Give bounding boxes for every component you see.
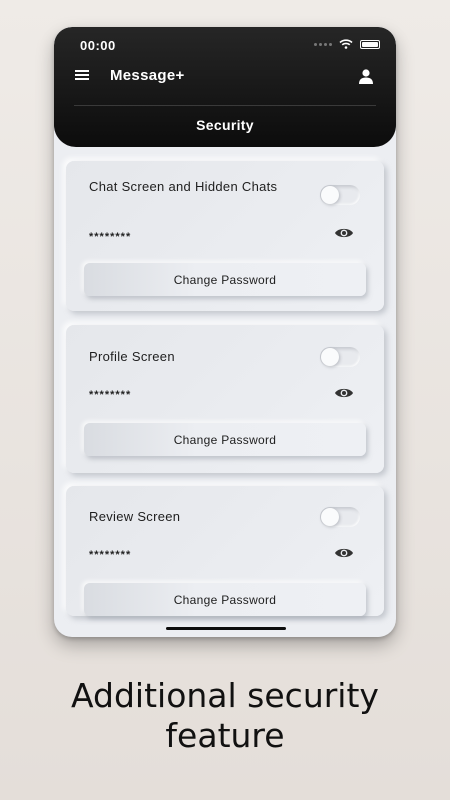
phone-frame: 00:00 Message+ Security Chat Screen and …	[54, 27, 396, 637]
status-icons	[314, 39, 380, 49]
change-password-button[interactable]: Change Password	[84, 583, 366, 616]
signal-icon	[314, 42, 332, 46]
security-card-profile: Profile Screen ******** Change Password	[66, 325, 384, 473]
lock-toggle[interactable]	[320, 507, 360, 527]
card-label: Chat Screen and Hidden Chats	[89, 179, 278, 194]
caption-line-2: feature	[165, 716, 285, 755]
app-title: Message+	[110, 67, 185, 84]
eye-icon[interactable]	[334, 546, 354, 560]
security-card-review: Review Screen ******** Change Password	[66, 486, 384, 616]
security-card-chat: Chat Screen and Hidden Chats ******** Ch…	[66, 161, 384, 311]
change-password-button[interactable]: Change Password	[84, 263, 366, 296]
eye-icon[interactable]	[334, 386, 354, 400]
change-password-button[interactable]: Change Password	[84, 423, 366, 456]
eye-icon[interactable]	[334, 226, 354, 240]
card-label: Review Screen	[89, 509, 181, 524]
wifi-icon	[339, 39, 353, 49]
user-icon[interactable]	[358, 68, 374, 84]
menu-icon[interactable]	[75, 70, 89, 81]
promo-caption: Additional security feature	[0, 676, 450, 756]
page-title: Security	[196, 117, 254, 133]
lock-toggle[interactable]	[320, 347, 360, 367]
status-time: 00:00	[80, 38, 116, 53]
header-divider	[74, 105, 376, 106]
home-indicator	[166, 626, 286, 630]
battery-icon	[360, 39, 380, 49]
card-label: Profile Screen	[89, 349, 175, 364]
app-header: 00:00 Message+ Security	[54, 27, 396, 147]
password-mask: ********	[89, 231, 132, 243]
password-mask: ********	[89, 549, 132, 561]
password-mask: ********	[89, 389, 132, 401]
lock-toggle[interactable]	[320, 185, 360, 205]
caption-line-1: Additional security	[71, 676, 379, 715]
